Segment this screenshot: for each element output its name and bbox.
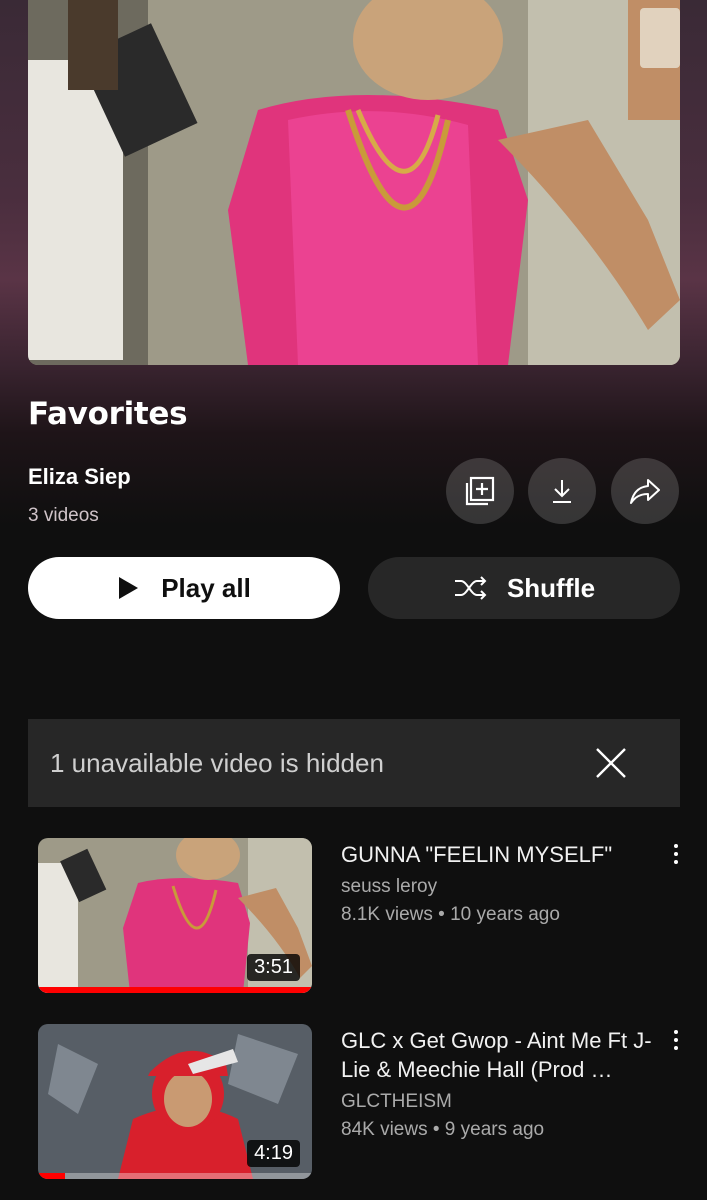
add-to-library-icon [465,476,495,506]
download-icon [553,480,571,503]
close-icon[interactable] [594,746,628,780]
download-button[interactable] [528,458,596,524]
watch-progress-track [38,1173,312,1179]
video-title[interactable]: GUNNA "FEELIN MYSELF" [341,840,656,869]
shuffle-label: Shuffle [506,572,596,603]
play-icon [117,576,139,600]
video-stats: 8.1K views • 10 years ago [341,904,560,925]
unavailable-videos-notice: 1 unavailable video is hidden [28,719,680,807]
video-thumbnail[interactable]: 4:19 [38,1024,312,1179]
video-thumbnail[interactable]: 3:51 [38,838,312,993]
video-title[interactable]: GLC x Get Gwop - Aint Me Ft J-Lie & Meec… [341,1026,656,1084]
notice-text: 1 unavailable video is hidden [50,747,384,778]
watch-progress-bar [38,987,312,993]
play-all-label: Play all [161,572,251,603]
playlist-owner[interactable]: Eliza Siep [28,464,131,490]
more-options-icon[interactable] [664,840,688,868]
video-channel[interactable]: seuss leroy [341,876,437,898]
video-duration: 4:19 [247,1140,300,1167]
more-options-icon[interactable] [664,1026,688,1054]
share-icon [630,479,660,504]
hero-thumbnail-image [28,0,680,365]
shuffle-button[interactable]: Shuffle [368,557,680,619]
video-channel[interactable]: GLCTHEISM [341,1091,452,1113]
watch-progress-bar [38,1173,66,1179]
playlist-title: Favorites [28,396,188,432]
video-stats: 84K views • 9 years ago [341,1119,545,1140]
playlist-hero-thumbnail[interactable] [28,0,680,365]
playlist-video-count: 3 videos [28,505,99,526]
share-button[interactable] [611,458,679,524]
save-to-library-button[interactable] [446,458,514,524]
shuffle-icon [453,575,489,601]
play-all-button[interactable]: Play all [28,557,340,619]
video-duration: 3:51 [247,954,300,981]
